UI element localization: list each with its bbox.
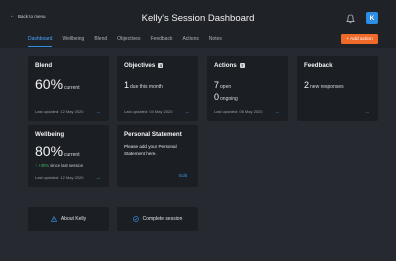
personal-statement-title: Personal Statement <box>124 131 182 138</box>
arrow-right-icon[interactable]: → <box>185 109 191 115</box>
objectives-value-line: 1due this month <box>124 75 163 93</box>
objectives-card-title: Objectives 3 <box>124 62 164 69</box>
about-kelly-label: About Kelly <box>60 216 87 222</box>
wellbeing-value: 80% <box>35 143 64 159</box>
feedback-suffix: new responses <box>310 84 344 90</box>
wellbeing-suffix: current <box>64 152 80 158</box>
tab-notes[interactable]: Notes <box>209 36 222 47</box>
tab-bar: Dashboard Wellbeing Blend Objectives Fee… <box>28 36 232 47</box>
actions-card-title: Actions 7 <box>214 62 245 69</box>
top-bar: ← Back to menu Kelly's Session Dashboard… <box>0 0 396 48</box>
avatar[interactable]: K <box>366 12 378 24</box>
objectives-value: 1 <box>124 80 130 90</box>
tab-actions[interactable]: Actions <box>182 36 198 47</box>
edit-statement-link[interactable]: Edit <box>179 173 187 178</box>
tab-blend[interactable]: Blend <box>94 36 107 47</box>
actions-ongoing-label: ongoing <box>220 96 238 102</box>
bell-icon[interactable] <box>346 14 355 24</box>
check-circle-icon <box>132 216 139 222</box>
page-title: Kelly's Session Dashboard <box>141 13 255 24</box>
complete-session-label: Complete session <box>142 216 183 222</box>
objectives-title-text: Objectives <box>124 62 156 69</box>
about-kelly-button[interactable]: About Kelly <box>28 207 109 231</box>
wellbeing-card[interactable]: Wellbeing 80%current ↑ +30% since last s… <box>28 125 109 187</box>
wellbeing-updated: Last updated: 12 May 2020 <box>35 175 84 180</box>
feedback-title-text: Feedback <box>304 62 333 69</box>
blend-card[interactable]: Blend 60%current Last updated: 12 May 20… <box>28 56 109 121</box>
blend-title-text: Blend <box>35 62 53 69</box>
actions-ongoing-line: 0ongoing <box>214 87 238 105</box>
feedback-card-title: Feedback <box>304 62 333 69</box>
tab-wellbeing[interactable]: Wellbeing <box>62 36 84 47</box>
objectives-count-badge: 3 <box>158 63 164 68</box>
actions-title-text: Actions <box>214 62 237 69</box>
tab-feedback[interactable]: Feedback <box>150 36 172 47</box>
actions-ongoing-value: 0 <box>214 92 220 102</box>
warning-icon <box>50 216 57 222</box>
actions-count-badge: 7 <box>239 63 245 68</box>
objectives-updated: Last updated: 04 May 2020 <box>124 109 173 114</box>
blend-card-title: Blend <box>35 62 52 69</box>
blend-value: 60% <box>35 76 64 92</box>
wellbeing-trend: ↑ +30% since last session <box>35 163 83 168</box>
wellbeing-title-text: Wellbeing <box>35 131 65 138</box>
objectives-card[interactable]: Objectives 3 1due this month Last update… <box>117 56 198 121</box>
blend-suffix: current <box>64 85 80 91</box>
feedback-value-line: 2new responses <box>304 75 344 93</box>
add-action-button[interactable]: + Add action <box>341 34 378 44</box>
arrow-right-icon[interactable]: → <box>365 109 371 115</box>
wellbeing-trend-label: since last session <box>50 163 84 168</box>
tab-objectives[interactable]: Objectives <box>117 36 140 47</box>
wellbeing-value-line: 80%current <box>35 143 80 161</box>
complete-session-button[interactable]: Complete session <box>117 207 198 231</box>
personal-statement-card: Personal Statement Please add your Perso… <box>117 125 198 187</box>
objectives-suffix: due this month <box>130 84 163 90</box>
tab-dashboard[interactable]: Dashboard <box>28 36 53 47</box>
feedback-card[interactable]: Feedback 2new responses → <box>297 56 378 121</box>
blend-updated: Last updated: 12 May 2020 <box>35 109 84 114</box>
personal-statement-title-text: Personal Statement <box>124 131 182 138</box>
actions-updated: Last updated: 06 May 2020 <box>214 109 263 114</box>
blend-value-line: 60%current <box>35 76 80 94</box>
wellbeing-card-title: Wellbeing <box>35 131 64 138</box>
actions-card[interactable]: Actions 7 7open 0ongoing Last updated: 0… <box>207 56 288 121</box>
feedback-value: 2 <box>304 80 310 90</box>
trend-up-icon: ↑ <box>35 163 38 168</box>
arrow-right-icon[interactable]: → <box>96 175 102 181</box>
wellbeing-trend-value: +30% <box>38 163 50 168</box>
arrow-right-icon[interactable]: → <box>96 109 102 115</box>
personal-statement-text: Please add your Personal Statement here. <box>124 144 177 156</box>
arrow-right-icon[interactable]: → <box>275 109 281 115</box>
